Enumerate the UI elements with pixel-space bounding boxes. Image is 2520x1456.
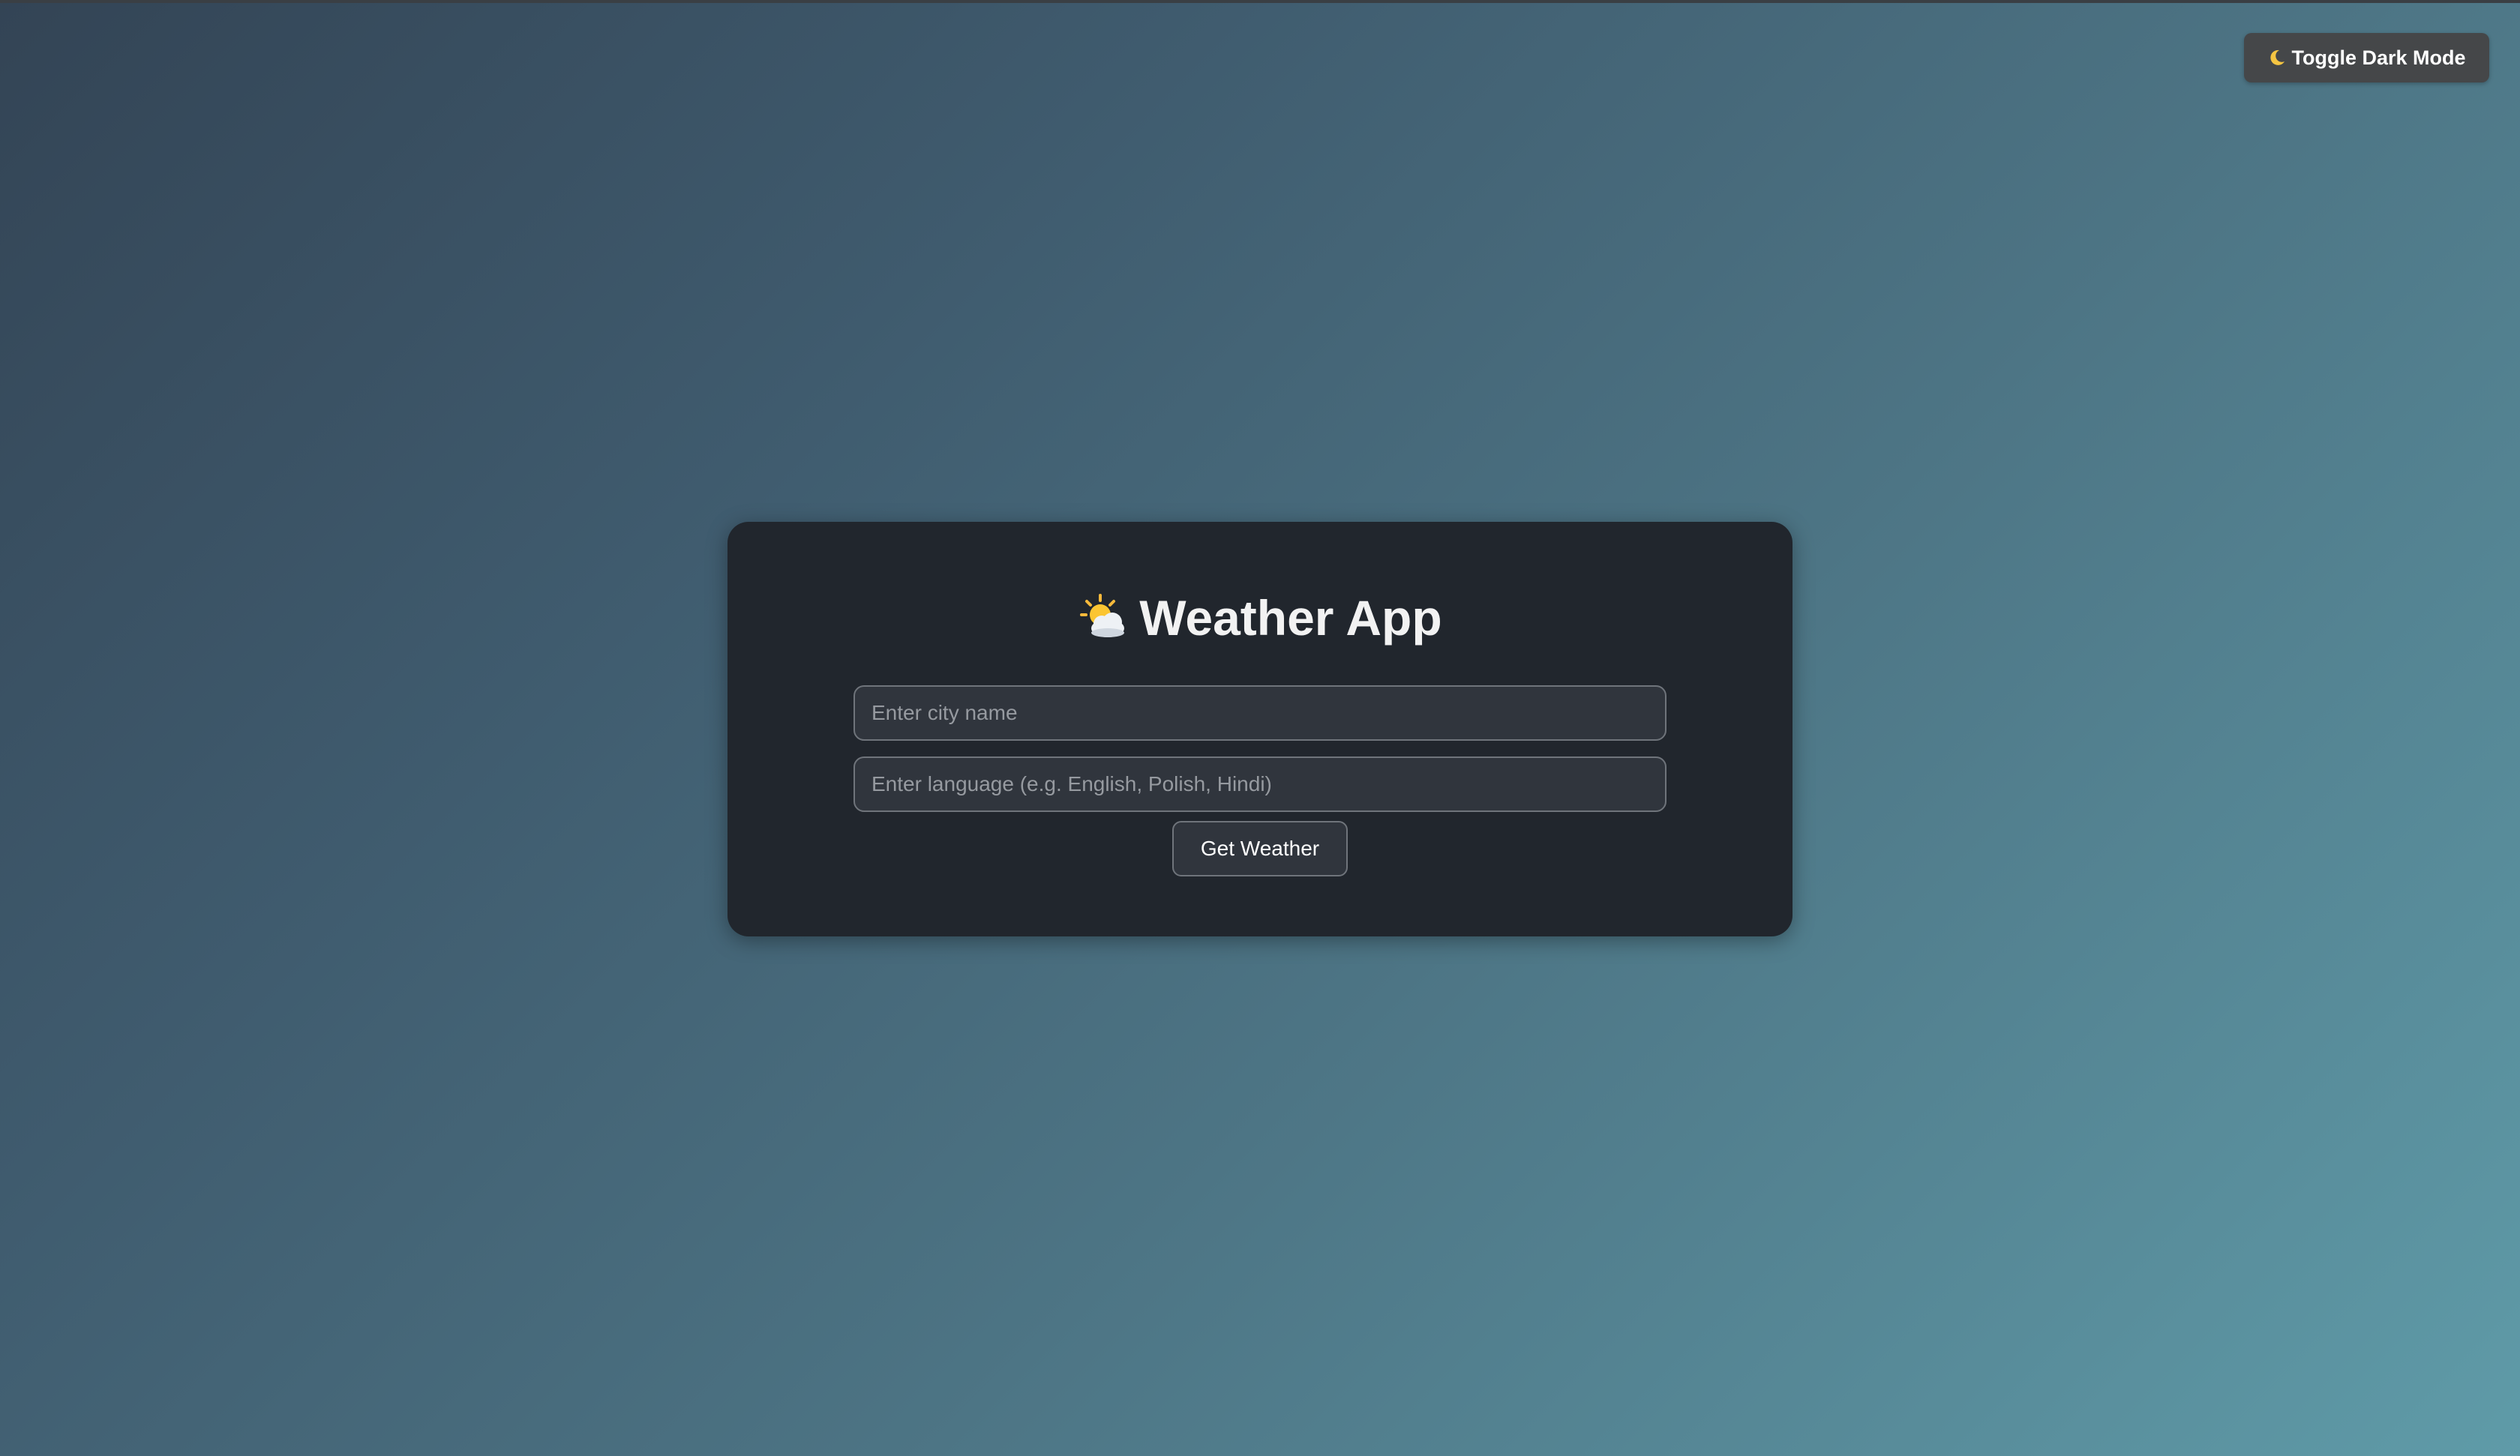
moon-icon — [2267, 48, 2287, 67]
page-title: Weather App — [728, 588, 1792, 648]
get-weather-button[interactable]: Get Weather — [1172, 821, 1348, 876]
sun-behind-cloud-icon — [1078, 592, 1129, 643]
toggle-dark-mode-label: Toggle Dark Mode — [2291, 46, 2466, 69]
language-input[interactable] — [854, 756, 1666, 812]
page-title-text: Weather App — [1139, 590, 1442, 646]
city-input[interactable] — [854, 685, 1666, 741]
weather-card: Weather App Get Weather — [728, 522, 1792, 936]
toggle-dark-mode-button[interactable]: Toggle Dark Mode — [2244, 33, 2489, 82]
top-edge-strip — [0, 0, 2520, 3]
